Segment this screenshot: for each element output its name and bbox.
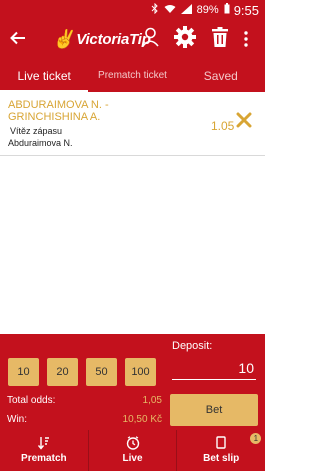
close-icon[interactable] — [236, 112, 252, 133]
tab-live-ticket[interactable]: Live ticket — [0, 60, 89, 92]
match-name: ABDURAIMOVA N. - GRINCHISHINA A. — [8, 99, 109, 123]
bet-slip-panel: 10 20 50 100 Deposit: 10 Total odds: 1,0… — [0, 334, 265, 430]
bluetooth-icon — [151, 2, 159, 17]
stake-button-50[interactable]: 50 — [86, 358, 117, 386]
bet-odd: 1.05 — [211, 119, 235, 133]
deposit-input[interactable]: 10 — [172, 360, 256, 380]
stake-button-100[interactable]: 100 — [125, 358, 156, 386]
tab-prematch-ticket[interactable]: Prematch ticket — [88, 60, 176, 92]
wifi-icon — [164, 4, 176, 17]
total-odds-value: 1,05 — [142, 395, 162, 406]
signal-icon — [180, 3, 192, 17]
tab-saved[interactable]: Saved — [177, 60, 265, 92]
battery-icon — [224, 3, 230, 17]
nav-bet-slip-label: Bet slip — [203, 453, 240, 464]
app-logo: ✌ VictoriaTip — [52, 29, 151, 50]
nav-live-label: Live — [122, 453, 143, 464]
clock-icon — [89, 436, 177, 450]
nav-live[interactable]: Live — [87, 430, 177, 471]
nav-prematch-label: Prematch — [21, 453, 67, 464]
win-label: Win: — [7, 414, 27, 425]
app-bar: ✌ VictoriaTip — [0, 20, 265, 60]
ticket-tabs: Live ticket Prematch ticket Saved — [0, 60, 265, 92]
deposit-label: Deposit: — [172, 340, 213, 352]
more-vert-icon[interactable] — [244, 31, 248, 52]
win-value: 10,50 Kč — [122, 414, 162, 425]
sort-icon — [0, 436, 88, 450]
status-bar: 89% 9:55 — [0, 0, 265, 20]
pick-name: Abduraimova N. — [8, 138, 73, 148]
total-odds-label: Total odds: — [7, 395, 56, 406]
nav-prematch[interactable]: Prematch — [0, 430, 88, 471]
clock-time: 9:55 — [233, 2, 259, 18]
logo-text: VictoriaTip — [76, 31, 151, 48]
user-icon[interactable] — [142, 27, 159, 52]
trash-icon[interactable] — [212, 27, 228, 52]
nav-bet-slip[interactable]: 1 Bet slip — [176, 430, 265, 471]
battery-percent: 89% — [196, 4, 219, 16]
logo-mark-icon: ✌ — [52, 29, 75, 49]
bet-item[interactable]: ABDURAIMOVA N. - GRINCHISHINA A. Vítěz z… — [0, 94, 265, 156]
bottom-nav: Prematch Live 1 Bet slip — [0, 430, 265, 471]
stake-button-10[interactable]: 10 — [8, 358, 39, 386]
arrow-left-icon[interactable] — [10, 28, 26, 50]
gear-icon[interactable] — [174, 26, 196, 53]
bet-button[interactable]: Bet — [170, 394, 258, 426]
stake-button-20[interactable]: 20 — [47, 358, 78, 386]
